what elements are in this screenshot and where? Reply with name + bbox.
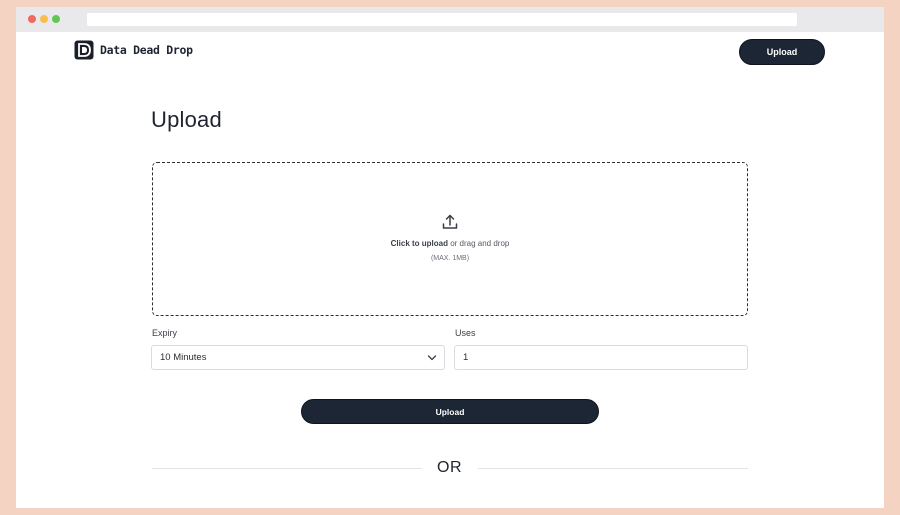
- upload-submit-button[interactable]: Upload: [301, 399, 599, 424]
- divider-line-right: [478, 468, 748, 469]
- file-dropzone[interactable]: Click to upload or drag and drop (MAX. 1…: [152, 162, 748, 316]
- file-size-limit: (MAX. 1MB): [430, 254, 470, 262]
- expiry-label: Expiry: [152, 328, 178, 338]
- or-divider-text: OR: [437, 459, 462, 476]
- browser-chrome: [16, 7, 884, 32]
- dead-drop-logo-icon: [74, 40, 94, 60]
- uses-label: Uses: [455, 328, 476, 338]
- brand[interactable]: Data Dead Drop: [74, 40, 193, 60]
- header-upload-button[interactable]: Upload: [739, 39, 825, 65]
- upload-icon: [442, 214, 458, 229]
- chevron-down-icon: [427, 355, 437, 361]
- dropzone-instructions: Click to upload or drag and drop: [391, 239, 510, 248]
- maximize-window-dot[interactable]: [52, 15, 60, 23]
- brand-name: Data Dead Drop: [100, 43, 193, 57]
- close-window-dot[interactable]: [28, 15, 36, 23]
- address-bar[interactable]: [87, 13, 797, 26]
- drag-and-drop-text: or drag and drop: [447, 238, 510, 248]
- minimize-window-dot[interactable]: [40, 15, 48, 23]
- uses-input[interactable]: [454, 345, 748, 370]
- browser-window: Data Dead Drop Upload Upload Click to up…: [16, 7, 884, 508]
- page-title: Upload: [151, 107, 222, 132]
- expiry-selected-value: 10 Minutes: [160, 352, 207, 363]
- expiry-select[interactable]: 10 Minutes: [151, 345, 445, 370]
- divider-line-left: [152, 468, 422, 469]
- click-to-upload-text[interactable]: Click to upload: [391, 239, 448, 248]
